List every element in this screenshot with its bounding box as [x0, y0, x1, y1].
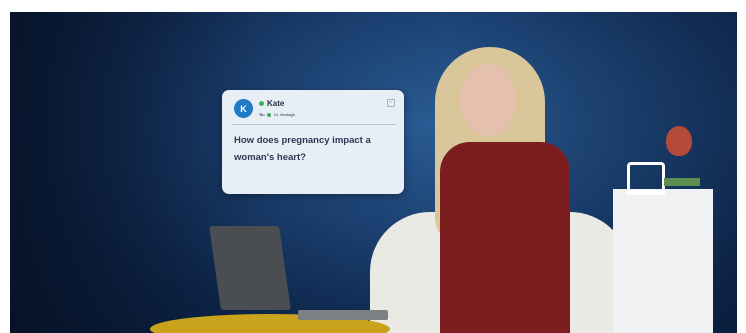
sender-status-dot: [259, 101, 264, 106]
to-label: To:: [259, 112, 265, 117]
recipient-status-dot: [267, 113, 271, 117]
abbott-logo: [627, 162, 665, 195]
heart-model-stand: [664, 178, 700, 186]
card-divider: [232, 124, 396, 125]
video-frame: K Kate To: Dr. Murtagh × How does pregna…: [10, 12, 737, 333]
presenter-blouse: [440, 142, 570, 333]
pedestal: [613, 189, 713, 333]
heart-model: [666, 126, 692, 156]
laptop: [209, 226, 291, 310]
laptop-keyboard: [298, 310, 388, 320]
sender-avatar: K: [234, 99, 253, 118]
recipient-name: Dr. Murtagh: [274, 112, 295, 117]
close-icon[interactable]: ×: [387, 99, 395, 107]
sender-name: Kate: [267, 99, 285, 108]
message-text: How does pregnancy impact a woman's hear…: [234, 135, 371, 163]
presenter-face: [460, 64, 516, 136]
message-card: K Kate To: Dr. Murtagh × How does pregna…: [222, 90, 404, 194]
